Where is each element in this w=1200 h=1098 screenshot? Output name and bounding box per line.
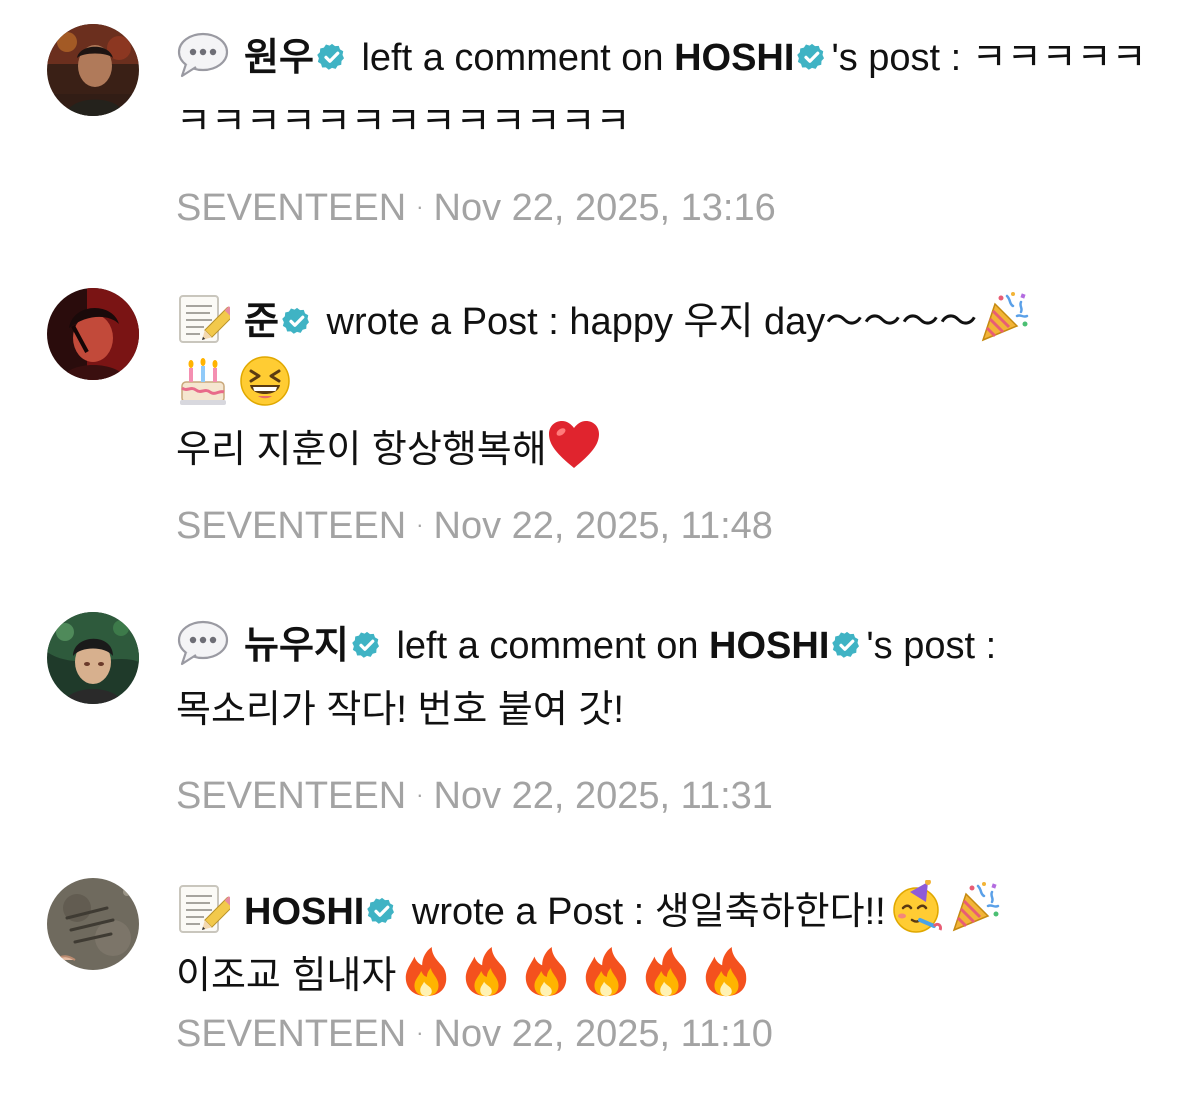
avatar[interactable] (47, 878, 139, 970)
action-text: wrote a Post : (315, 301, 570, 343)
party-popper-icon (977, 290, 1031, 344)
avatar[interactable] (47, 612, 139, 704)
notification-item[interactable]: HOSHI wrote a Post : 생일축하한다!! 이조교 힘내자 SE… (0, 852, 1200, 1098)
post-owner-name[interactable]: HOSHI (709, 625, 829, 667)
fire-icon (700, 946, 752, 998)
comment-text: 목소리가 작다! 번호 붙여 갓! (176, 689, 624, 731)
verified-badge-icon (352, 630, 382, 660)
separator: · (416, 194, 424, 219)
speech-bubble-icon (176, 28, 230, 82)
item-meta: SEVENTEEN · Nov 22, 2025, 13:16 (176, 182, 1156, 233)
partying-face-icon (890, 880, 944, 934)
group-name[interactable]: SEVENTEEN (176, 1013, 406, 1055)
memo-pencil-icon (176, 292, 230, 346)
post-text-line-1: happy 우지 day～～～～ (569, 301, 978, 343)
fire-icon (640, 946, 692, 998)
memo-pencil-icon (176, 882, 230, 936)
speech-bubble-icon (176, 616, 230, 670)
verified-badge-icon (282, 306, 312, 336)
fire-icon (400, 946, 452, 998)
birthday-cake-icon (176, 354, 230, 408)
post-text-line-2: 이조교 힘내자 (176, 955, 397, 997)
fire-icon (520, 946, 572, 998)
separator: · (416, 1020, 424, 1045)
group-name[interactable]: SEVENTEEN (176, 775, 406, 817)
verified-badge-icon (317, 42, 347, 72)
post-text-line-1: 생일축하한다!! (654, 891, 886, 933)
author-name[interactable]: 원우 (244, 37, 314, 79)
author-name[interactable]: 뉴우지 (244, 625, 349, 667)
action-text: wrote a Post : (401, 891, 655, 933)
item-meta: SEVENTEEN · Nov 22, 2025, 11:10 (176, 1008, 1156, 1059)
timestamp: Nov 22, 2025, 11:10 (433, 1013, 773, 1055)
post-text-line-2: 우리 지훈이 항상행복해 (176, 429, 547, 471)
separator: · (416, 782, 424, 807)
action-text-suffix: 's post : (831, 37, 972, 79)
fire-icon (460, 946, 512, 998)
party-popper-icon (948, 880, 1002, 934)
avatar[interactable] (47, 24, 139, 116)
grinning-squinting-face-icon (238, 354, 292, 408)
timestamp: Nov 22, 2025, 13:16 (433, 187, 776, 229)
action-text-suffix: 's post : (866, 625, 997, 667)
author-name[interactable]: HOSHI (244, 891, 364, 933)
separator: · (416, 512, 424, 537)
timestamp: Nov 22, 2025, 11:48 (433, 505, 773, 547)
item-meta: SEVENTEEN · Nov 22, 2025, 11:48 (176, 500, 1156, 551)
action-text: left a comment on (385, 625, 710, 667)
red-heart-icon (547, 418, 601, 472)
notification-item[interactable]: 뉴우지 left a comment on HOSHI 's post : 목소리… (0, 588, 1200, 828)
notification-item[interactable]: 준 wrote a Post : happy 우지 day～～～～ 우리 지훈이… (0, 262, 1200, 582)
notification-item[interactable]: 원우 left a comment on HOSHI's post : ㅋㅋㅋㅋ… (0, 0, 1200, 240)
verified-badge-icon (367, 896, 397, 926)
verified-badge-icon (832, 630, 862, 660)
author-name[interactable]: 준 (244, 301, 279, 343)
verified-badge-icon (797, 42, 827, 72)
timestamp: Nov 22, 2025, 11:31 (433, 775, 773, 817)
avatar[interactable] (47, 288, 139, 380)
post-owner-name[interactable]: HOSHI (674, 37, 794, 79)
notification-feed: 원우 left a comment on HOSHI's post : ㅋㅋㅋㅋ… (0, 0, 1200, 1098)
group-name[interactable]: SEVENTEEN (176, 187, 406, 229)
item-meta: SEVENTEEN · Nov 22, 2025, 11:31 (176, 770, 1156, 821)
fire-icon (580, 946, 632, 998)
group-name[interactable]: SEVENTEEN (176, 505, 406, 547)
action-text: left a comment on (350, 37, 675, 79)
